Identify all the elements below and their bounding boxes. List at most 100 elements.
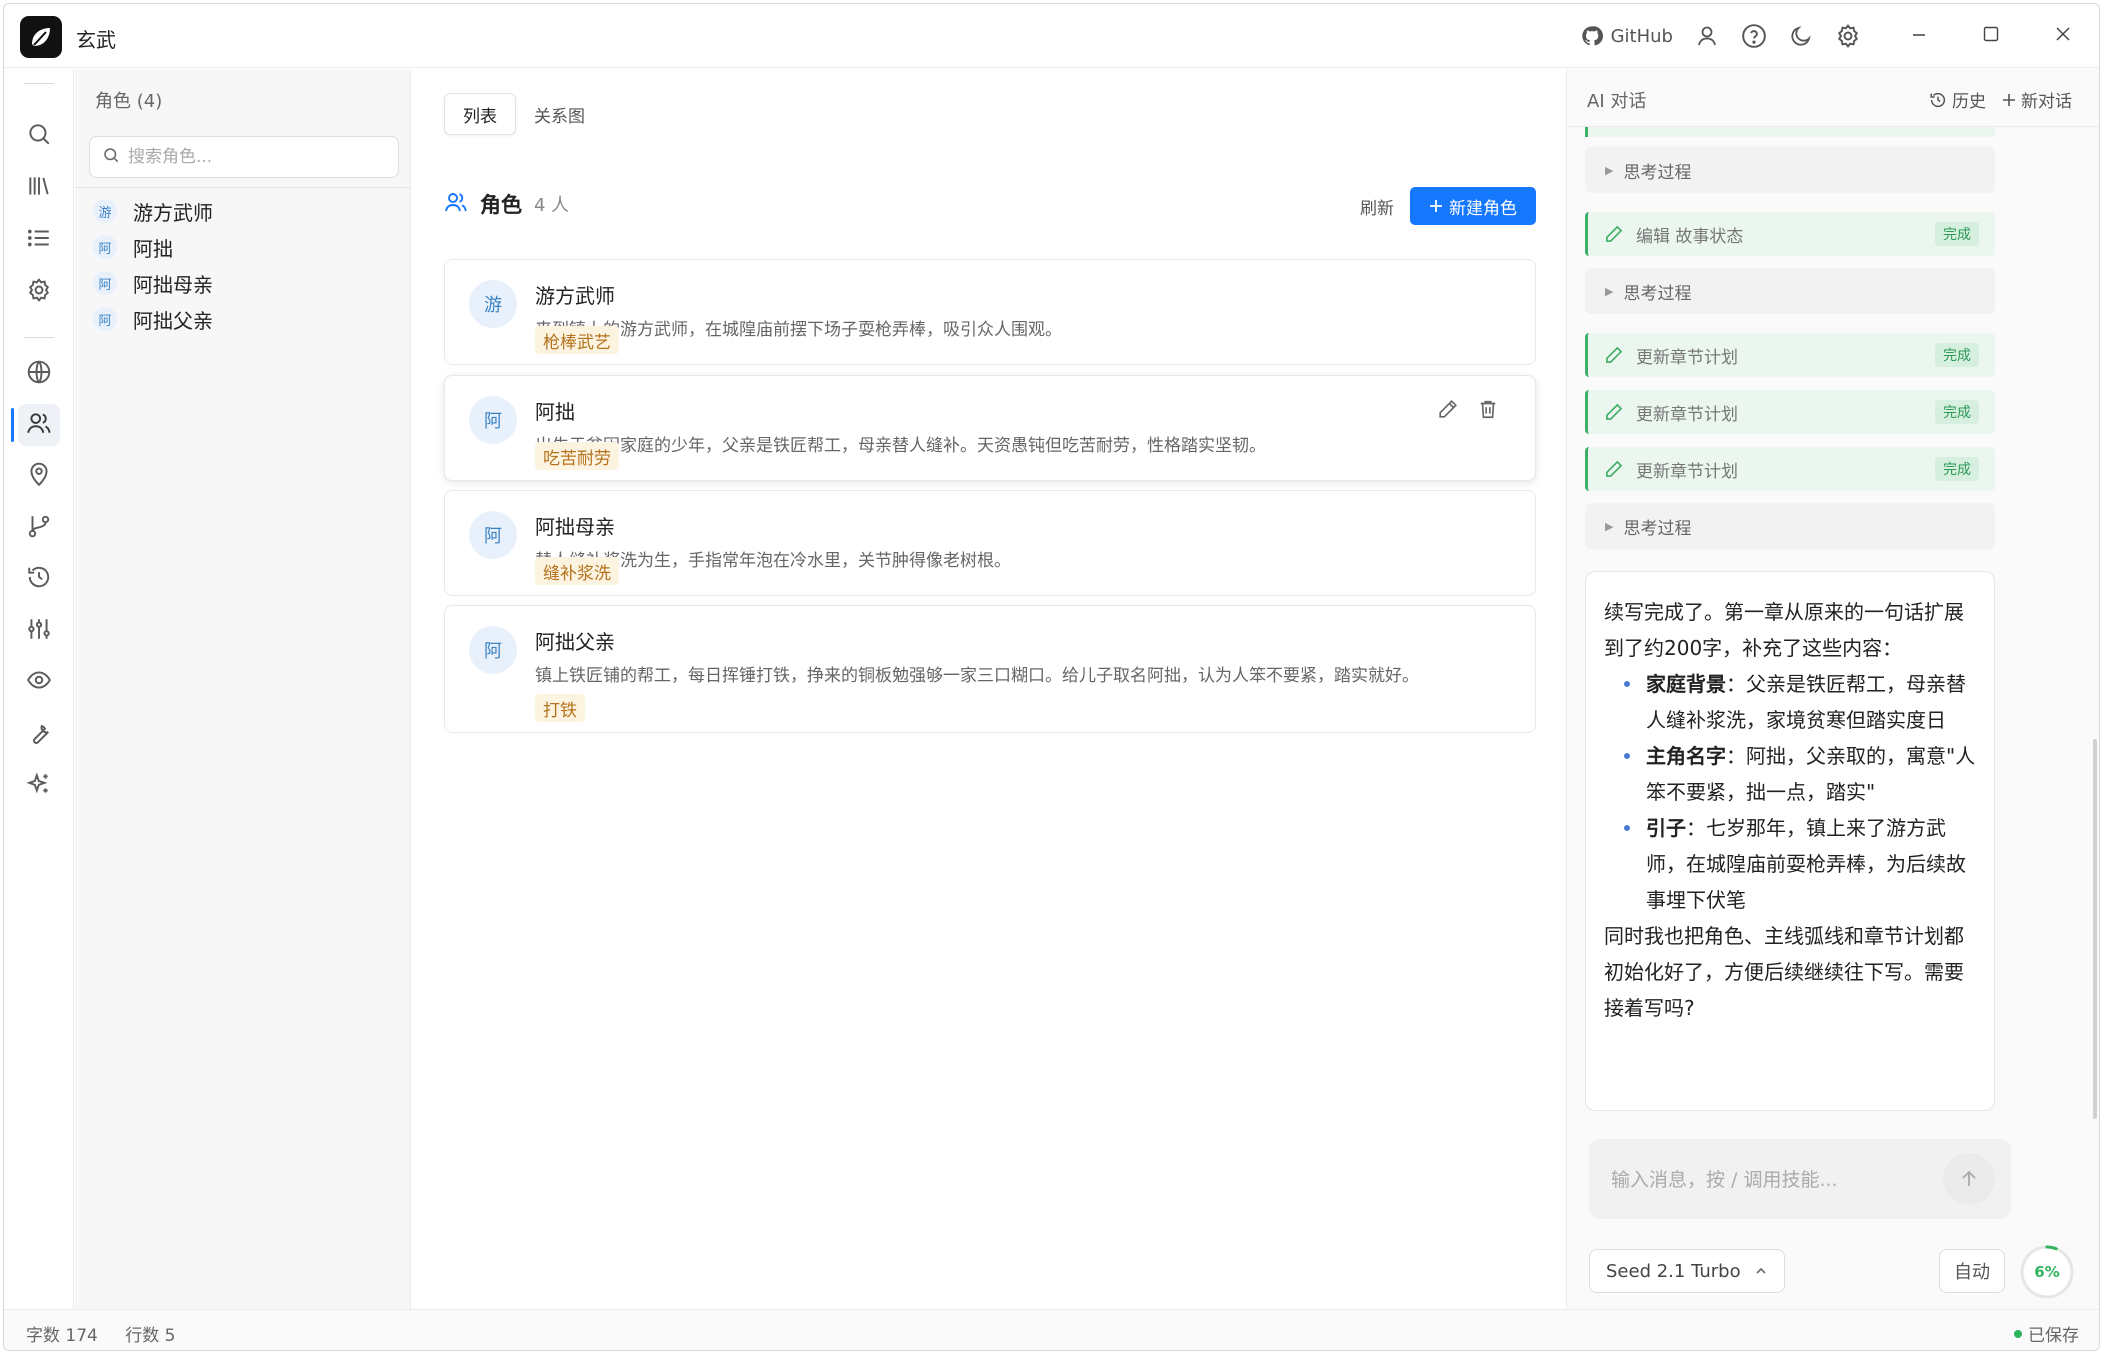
status-badge: 完成: [1935, 457, 1979, 481]
new-chat-button[interactable]: 新对话: [2002, 87, 2072, 112]
message-bullets: 家庭背景：父亲是铁匠帮工，母亲替人缝补浆洗，家境贫寒但踏实度日 主角名字：阿拙，…: [1622, 666, 1976, 918]
character-list-item[interactable]: 阿 阿拙父亲: [93, 299, 393, 339]
section-count: 4 人: [534, 195, 570, 216]
character-card[interactable]: 阿 阿拙母亲 替人缝补浆洗为生，手指常年泡在冷水里，关节肿得像老树根。 缝补浆洗: [444, 490, 1536, 596]
nav-plot-branches[interactable]: [18, 507, 60, 549]
minimize-button[interactable]: [1883, 4, 1955, 68]
nav-settings[interactable]: [18, 271, 60, 313]
tool-call[interactable]: 更新章节计划 完成: [1585, 390, 1995, 434]
tool-call[interactable]: 编辑 故事状态 完成: [1585, 212, 1995, 256]
tool-call-partial: [1585, 127, 1995, 137]
main-content: 列表 关系图 角色 4 人 刷新 新建角色 游 游方武师 来到镇上的游方武师，在…: [412, 69, 1565, 1309]
character-list-item[interactable]: 游 游方武师: [93, 191, 393, 231]
github-link[interactable]: GitHub: [1581, 25, 1673, 47]
auto-mode-button[interactable]: 自动: [1939, 1249, 2005, 1293]
close-button[interactable]: [2027, 4, 2099, 68]
sparkles-icon: [26, 771, 52, 801]
arrow-up-icon: [1959, 1169, 1979, 1189]
app-title: 玄武: [76, 28, 116, 52]
character-search[interactable]: [89, 136, 399, 178]
history-button[interactable]: 历史: [1929, 87, 1986, 112]
avatar: 阿: [93, 271, 117, 295]
minimize-icon: [1912, 27, 1926, 46]
caret-right-icon: ▶: [1605, 519, 1614, 533]
nav-arcs[interactable]: [18, 610, 60, 652]
sliders-icon: [26, 616, 52, 646]
thinking-label: 思考过程: [1623, 162, 1692, 183]
thinking-toggle[interactable]: ▶ 思考过程: [1585, 268, 1995, 314]
character-list-item[interactable]: 阿 阿拙: [93, 227, 393, 267]
help-icon: [1741, 23, 1767, 49]
nav-rail: [4, 69, 74, 1309]
status-badge: 完成: [1935, 222, 1979, 246]
nav-preview[interactable]: [18, 661, 60, 703]
settings-button[interactable]: [1835, 23, 1861, 49]
model-label: Seed 2.1 Turbo: [1606, 1260, 1741, 1282]
tool-call-label: 更新章节计划: [1636, 461, 1738, 482]
maximize-button[interactable]: [1955, 4, 2027, 68]
help-button[interactable]: [1741, 23, 1767, 49]
chat-input[interactable]: [1611, 1165, 1931, 1195]
thinking-toggle[interactable]: ▶ 思考过程: [1585, 147, 1995, 193]
nav-outline[interactable]: [18, 219, 60, 261]
ai-chat-title: AI 对话: [1587, 91, 1647, 112]
theme-toggle-button[interactable]: [1789, 24, 1813, 48]
title-bar: 玄武 GitHub: [4, 4, 2099, 68]
character-search-input[interactable]: [128, 147, 378, 167]
message-outro: 同时我也把角色、主线弧线和章节计划都初始化好了，方便后续继续往下写。需要接着写吗…: [1604, 924, 1964, 1020]
users-icon: [444, 190, 468, 218]
thinking-toggle[interactable]: ▶ 思考过程: [1585, 503, 1995, 549]
save-status: 已保存: [2028, 1326, 2079, 1346]
tool-call[interactable]: 更新章节计划 完成: [1585, 447, 1995, 491]
character-name: 阿拙母亲: [133, 272, 213, 297]
nav-history[interactable]: [18, 558, 60, 600]
edit-button[interactable]: [1437, 398, 1459, 420]
divider: [75, 187, 411, 188]
nav-locations[interactable]: [18, 455, 60, 497]
pencil-icon: [1604, 402, 1624, 422]
assistant-message: 续写完成了。第一章从原来的一句话扩展到了约200字，补充了这些内容： 家庭背景：…: [1585, 571, 1995, 1111]
pencil-icon: [1604, 224, 1624, 244]
github-icon: [1581, 25, 1603, 47]
character-name: 阿拙: [133, 236, 173, 261]
globe-icon: [26, 359, 52, 389]
user-button[interactable]: [1695, 24, 1719, 48]
scrollbar[interactable]: [2093, 739, 2097, 1119]
ai-chat-header: AI 对话 历史 新对话: [1567, 69, 2099, 127]
character-card[interactable]: 阿 阿拙父亲 镇上铁匠铺的帮工，每日挥锤打铁，挣来的铜板勉强够一家三口糊口。给儿…: [444, 605, 1536, 733]
chat-input-box: [1589, 1139, 2011, 1219]
nav-ai-skills[interactable]: [18, 765, 60, 807]
active-indicator: [11, 408, 14, 442]
model-selector[interactable]: Seed 2.1 Turbo: [1589, 1249, 1785, 1293]
user-icon: [1695, 24, 1719, 48]
character-card[interactable]: 阿 阿拙 出生于贫困家庭的少年，父亲是铁匠帮工，母亲替人缝补。天资愚钝但吃苦耐劳…: [444, 375, 1536, 481]
tab-relationship-graph[interactable]: 关系图: [516, 93, 603, 135]
search-icon: [102, 146, 120, 168]
history-label: 历史: [1952, 92, 1986, 112]
character-name: 游方武师: [133, 200, 213, 225]
new-character-button[interactable]: 新建角色: [1410, 187, 1536, 225]
refresh-button[interactable]: 刷新: [1360, 194, 1394, 219]
character-name: 游方武师: [535, 284, 615, 308]
avatar: 阿: [93, 235, 117, 259]
app-window: 玄武 GitHub 角色 (4) 搜索角色... 游 游方武师 阿 阿拙 阿 阿…: [3, 3, 2100, 1351]
send-button[interactable]: [1943, 1153, 1995, 1205]
wrench-icon: [26, 719, 52, 749]
nav-characters[interactable]: [18, 404, 60, 446]
nav-world[interactable]: [18, 353, 60, 395]
rail-divider: [24, 337, 54, 338]
nav-tools[interactable]: [18, 713, 60, 755]
delete-button[interactable]: [1477, 398, 1499, 420]
gear-icon: [1835, 23, 1861, 49]
character-card[interactable]: 游 游方武师 来到镇上的游方武师，在城隍庙前摆下场子耍枪弄棒，吸引众人围观。 枪…: [444, 259, 1536, 365]
status-bar: 字数 174 行数 5 已保存: [4, 1309, 2099, 1350]
nav-library[interactable]: [18, 167, 60, 209]
plus-icon: [1429, 199, 1443, 213]
close-icon: [2055, 26, 2071, 46]
chevron-up-icon: [1755, 1265, 1767, 1277]
app-logo: [20, 16, 62, 58]
character-list-item[interactable]: 阿 阿拙母亲: [93, 263, 393, 303]
tab-list[interactable]: 列表: [444, 93, 516, 135]
nav-search[interactable]: [18, 115, 60, 157]
tool-call[interactable]: 更新章节计划 完成: [1585, 333, 1995, 377]
